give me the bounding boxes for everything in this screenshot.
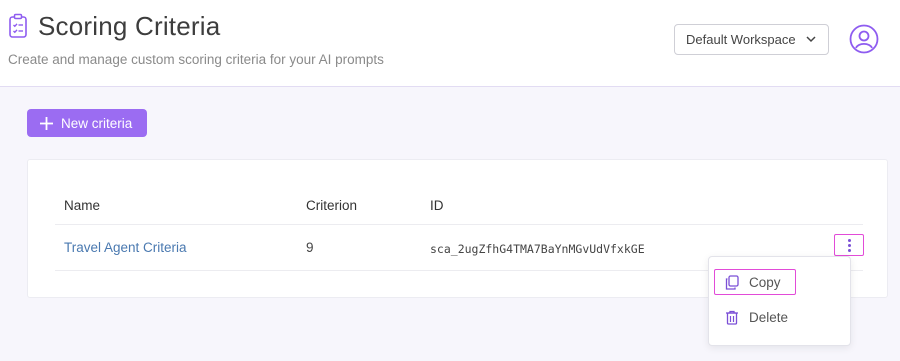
new-criteria-label: New criteria: [61, 115, 133, 131]
page-subtitle: Create and manage custom scoring criteri…: [8, 52, 384, 67]
page-header: Scoring Criteria Create and manage custo…: [0, 0, 900, 87]
column-header-id[interactable]: ID: [430, 198, 444, 213]
menu-item-delete[interactable]: Delete: [714, 304, 796, 330]
workspace-select-value: Default Workspace: [686, 32, 796, 47]
copy-icon: [725, 274, 739, 290]
plus-icon: [40, 116, 53, 130]
menu-item-copy-label: Copy: [749, 274, 781, 290]
kebab-dot: [848, 239, 851, 242]
chevron-down-icon: [806, 36, 816, 43]
criterion-count: 9: [306, 240, 314, 255]
menu-item-copy[interactable]: Copy: [714, 269, 796, 295]
criteria-name-link[interactable]: Travel Agent Criteria: [64, 240, 187, 255]
new-criteria-button[interactable]: New criteria: [27, 109, 147, 137]
row-actions-button[interactable]: [834, 234, 864, 256]
row-actions-menu: Copy Delete: [708, 256, 851, 346]
kebab-dot: [848, 244, 851, 247]
user-circle-icon[interactable]: [849, 24, 879, 54]
menu-item-delete-label: Delete: [749, 309, 789, 325]
header-divider: [55, 224, 863, 225]
workspace-select[interactable]: Default Workspace: [674, 24, 829, 55]
column-header-name[interactable]: Name: [64, 198, 100, 213]
column-header-criterion[interactable]: Criterion: [306, 198, 357, 213]
page-title: Scoring Criteria: [38, 11, 221, 41]
criteria-id: sca_2ugZfhG4TMA7BaYnMGvUdVfxkGE: [430, 242, 645, 256]
trash-icon: [726, 310, 738, 325]
kebab-dot: [848, 249, 851, 252]
clipboard-list-icon: [9, 13, 27, 38]
